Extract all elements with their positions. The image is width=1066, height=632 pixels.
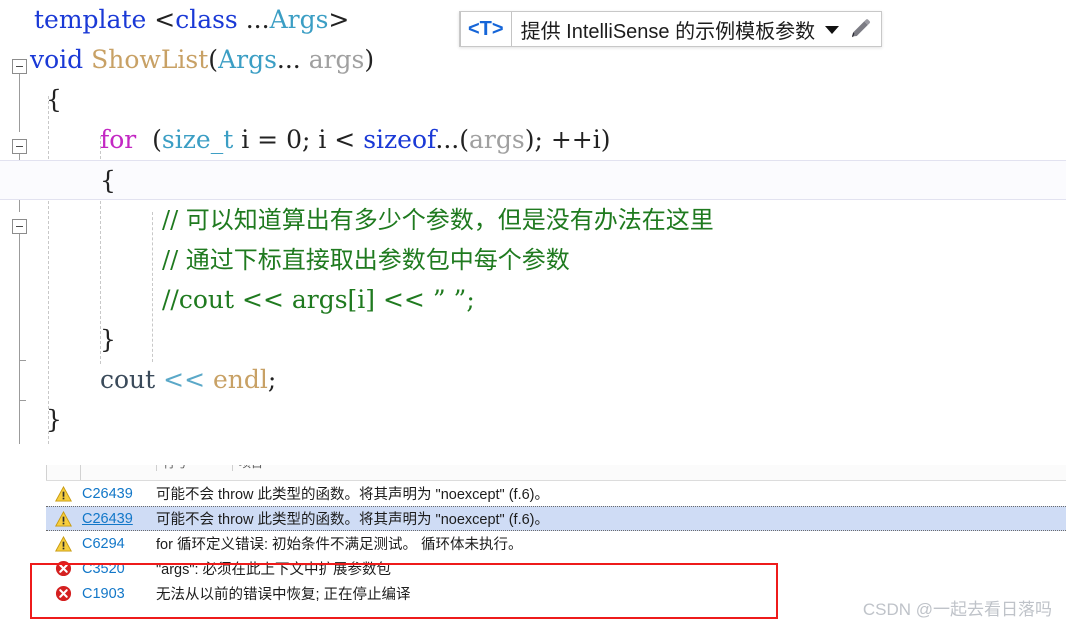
error-code-link[interactable]: C3520 [80,561,156,577]
header-divider [46,465,47,480]
code-line[interactable]: } [0,320,1066,360]
code-line[interactable]: } [0,400,1066,440]
error-list-row[interactable]: C26439 可能不会 throw 此类型的函数。将其声明为 "noexcept"… [46,481,1066,506]
error-code-link[interactable]: C26439 [80,511,156,527]
code-line-cout: cout << endl; [100,365,277,394]
warning-triangle-icon [46,510,80,527]
code-line-comment-3: //cout << args[i] << ” ”; [162,285,475,314]
error-description: "args": 必须在此上下文中扩展参数包 [156,562,392,578]
code-line-signature: void ShowList(Args... args) [30,45,375,74]
chevron-down-icon[interactable] [825,26,840,34]
header-divider [80,465,81,480]
code-line-template: template <class ...Args> [34,5,350,34]
warning-triangle-icon [46,535,80,552]
code-line[interactable]: // 通过下标直接取出参数包中每个参数 [0,240,1066,280]
intellisense-template-param-tooltip[interactable]: <T> 提供 IntelliSense 的示例模板参数 [459,11,883,47]
error-description: 可能不会 throw 此类型的函数。将其声明为 "noexcept" (f.6)… [156,487,549,503]
error-code-link[interactable]: C1903 [80,586,156,602]
code-line[interactable]: //cout << args[i] << ” ”; [0,280,1066,320]
error-description: for 循环定义错误: 初始条件不满足测试。 循环体未执行。 [156,537,523,553]
screenshot-root: template <class ...Args> void ShowList(A… [0,0,1066,632]
code-line-comment-1: // 可以知道算出有多少个参数，但是没有办法在这里 [162,206,714,234]
tooltip-message: 提供 IntelliSense 的示例模板参数 [520,20,816,43]
pencil-icon[interactable] [848,17,872,41]
error-list-rows[interactable]: C26439 可能不会 throw 此类型的函数。将其声明为 "noexcept"… [46,481,1066,606]
code-line[interactable]: { [0,80,1066,120]
error-code-link[interactable]: C6294 [80,536,156,552]
error-list-row[interactable]: C26439 可能不会 throw 此类型的函数。将其声明为 "noexcept"… [46,506,1066,531]
error-description: 可能不会 throw 此类型的函数。将其声明为 "noexcept" (f.6)… [156,512,549,528]
code-line-open-brace-fn: { [46,85,62,114]
error-circle-icon [46,585,80,602]
error-code-link[interactable]: C26439 [80,486,156,502]
code-line[interactable]: // 可以知道算出有多少个参数，但是没有办法在这里 [0,200,1066,240]
watermark: CSDN @一起去看日落吗 [862,600,1052,619]
error-list-header[interactable]: 行号 项目 [46,465,1066,481]
code-line-close-brace-fn: } [46,405,62,434]
code-line-close-brace-for: } [100,325,116,354]
code-line[interactable]: for (size_t i = 0; i < sizeof...(args); … [0,120,1066,160]
error-list-row[interactable]: C3520 "args": 必须在此上下文中扩展参数包 [46,556,1066,581]
code-line-for: for (size_t i = 0; i < sizeof...(args); … [100,125,611,154]
code-editor[interactable]: template <class ...Args> void ShowList(A… [0,0,1066,460]
column-header-project[interactable]: 项目 [232,465,263,471]
column-header-line[interactable]: 行号 [156,465,187,471]
template-param-badge: <T> [460,12,512,46]
code-line-comment-2: // 通过下标直接取出参数包中每个参数 [162,246,570,274]
code-line-current[interactable]: { [0,160,1066,200]
error-list-row[interactable]: C6294 for 循环定义错误: 初始条件不满足测试。 循环体未执行。 [46,531,1066,556]
error-circle-icon [46,560,80,577]
code-line[interactable]: cout << endl; [0,360,1066,400]
code-line-open-brace-for: { [100,166,116,195]
warning-triangle-icon [46,485,80,502]
